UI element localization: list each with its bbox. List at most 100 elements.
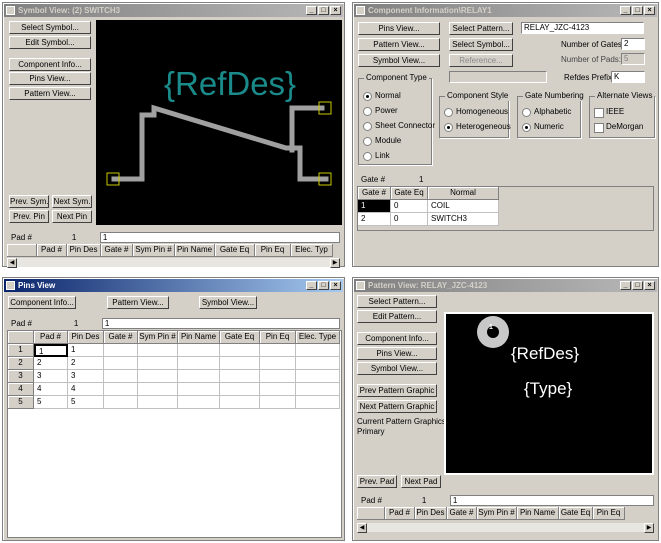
minimize-icon[interactable]: _ [306,281,317,290]
pin-des-cell[interactable]: 2 [68,357,104,370]
close-icon[interactable]: × [330,281,341,290]
empty-cell[interactable] [104,357,138,370]
empty-cell[interactable] [220,396,260,409]
gate-eq-cell[interactable]: 0 [391,213,428,226]
radio-homogeneous[interactable]: Homogeneous [444,107,508,117]
pad-value-field[interactable]: 1 [99,232,340,243]
pattern-view-button[interactable]: Pattern View... [9,87,91,100]
empty-cell[interactable] [296,396,340,409]
pattern-view-button[interactable]: Pattern View... [107,296,169,309]
empty-cell[interactable] [220,344,260,357]
symbol-view-titlebar[interactable]: Symbol View: (2) SWITCH3 _ □ × [4,4,343,17]
pattern-canvas[interactable]: 1 {RefDes} {Type} [444,312,654,475]
close-icon[interactable]: × [644,281,655,290]
minimize-icon[interactable]: _ [620,281,631,290]
gate-eq-cell[interactable]: 0 [391,200,428,213]
empty-cell[interactable] [104,383,138,396]
pin-des-cell[interactable]: 3 [68,370,104,383]
radio-module[interactable]: Module [363,136,401,146]
scroll-right-icon[interactable]: ▶ [330,258,340,268]
prev-pattern-graphic-button[interactable]: Prev Pattern Graphic [357,384,437,397]
pin-des-cell[interactable]: 4 [68,383,104,396]
empty-cell[interactable] [296,344,340,357]
maximize-icon[interactable]: □ [632,6,643,15]
num-gates-field[interactable]: 2 [621,38,645,50]
empty-cell[interactable] [138,357,178,370]
pin-des-cell[interactable]: 1 [68,344,104,357]
pad-value-field[interactable]: 1 [449,495,654,506]
select-pattern-button[interactable]: Select Pattern... [449,22,513,35]
gate-cell[interactable]: 1 [358,200,391,213]
empty-cell[interactable] [296,357,340,370]
pad-cell[interactable]: 2 [34,357,68,370]
component-info-button[interactable]: Component Info... [357,332,437,345]
next-pad-button[interactable]: Next Pad [401,475,441,488]
pins-view-button[interactable]: Pins View... [357,347,437,360]
symbol-view-button[interactable]: Symbol View... [358,54,440,67]
normal-cell[interactable]: COIL [428,200,499,213]
gate-cell[interactable]: 2 [358,213,391,226]
edit-symbol-button[interactable]: Edit Symbol... [9,36,91,49]
radio-sheet-connector[interactable]: Sheet Connector [363,121,435,131]
select-pattern-button[interactable]: Select Pattern... [357,295,437,308]
symbol-view-button[interactable]: Symbol View... [199,296,257,309]
empty-cell[interactable] [260,357,296,370]
empty-cell[interactable] [260,370,296,383]
empty-cell[interactable] [178,383,220,396]
scroll-left-icon[interactable]: ◀ [357,523,367,533]
pattern-view-button[interactable]: Pattern View... [358,38,440,51]
close-icon[interactable]: × [644,6,655,15]
prev-pad-button[interactable]: Prev. Pad [357,475,397,488]
pad-cell[interactable]: 4 [34,383,68,396]
pins-view-button[interactable]: Pins View... [9,72,91,85]
maximize-icon[interactable]: □ [318,6,329,15]
prev-pin-button[interactable]: Prev. Pin [9,210,49,223]
table-row[interactable]: 111 [8,344,341,357]
empty-cell[interactable] [104,396,138,409]
pad-cell[interactable]: 5 [34,396,68,409]
empty-cell[interactable] [220,370,260,383]
table-row[interactable]: 333 [8,370,341,383]
checkbox-ieee[interactable]: IEEE [594,107,624,118]
normal-cell[interactable]: SWITCH3 [428,213,499,226]
close-icon[interactable]: × [330,6,341,15]
component-info-button[interactable]: Component Info... [8,296,76,309]
symbol-canvas[interactable]: {RefDes} [96,20,342,225]
horizontal-scrollbar[interactable]: ◀ ▶ [7,257,340,268]
scroll-right-icon[interactable]: ▶ [644,523,654,533]
table-row[interactable]: 2 0 SWITCH3 [358,213,653,226]
empty-cell[interactable] [178,396,220,409]
pin-des-cell[interactable]: 5 [68,396,104,409]
scroll-left-icon[interactable]: ◀ [7,258,17,268]
empty-cell[interactable] [260,344,296,357]
radio-alphabetic[interactable]: Alphabetic [522,107,571,117]
select-symbol-button[interactable]: Select Symbol... [449,38,513,51]
empty-cell[interactable] [296,370,340,383]
empty-cell[interactable] [104,344,138,357]
maximize-icon[interactable]: □ [632,281,643,290]
empty-cell[interactable] [138,383,178,396]
table-row[interactable]: 1 0 COIL [358,200,653,213]
empty-cell[interactable] [220,383,260,396]
pattern-view-titlebar[interactable]: Pattern View: RELAY_JZC-4123 _ □ × [354,279,657,292]
empty-cell[interactable] [138,344,178,357]
next-pin-button[interactable]: Next Pin [52,210,92,223]
pins-view-button[interactable]: Pins View... [358,22,440,35]
table-row[interactable]: 222 [8,357,341,370]
component-info-titlebar[interactable]: Component Information\RELAY1 _ □ × [354,4,657,17]
pad-value-field[interactable]: 1 [101,318,340,329]
component-info-button[interactable]: Component Info... [9,58,91,71]
empty-cell[interactable] [220,357,260,370]
edit-pattern-button[interactable]: Edit Pattern... [357,310,437,323]
empty-cell[interactable] [178,357,220,370]
pad-cell[interactable]: 3 [34,370,68,383]
empty-cell[interactable] [178,344,220,357]
empty-cell[interactable] [138,396,178,409]
next-pattern-graphic-button[interactable]: Next Pattern Graphic [357,400,437,413]
empty-cell[interactable] [260,396,296,409]
empty-cell[interactable] [178,370,220,383]
empty-cell[interactable] [296,383,340,396]
pad-cell[interactable]: 1 [34,344,68,357]
maximize-icon[interactable]: □ [318,281,329,290]
next-sym-button[interactable]: Next Sym. [52,195,92,208]
